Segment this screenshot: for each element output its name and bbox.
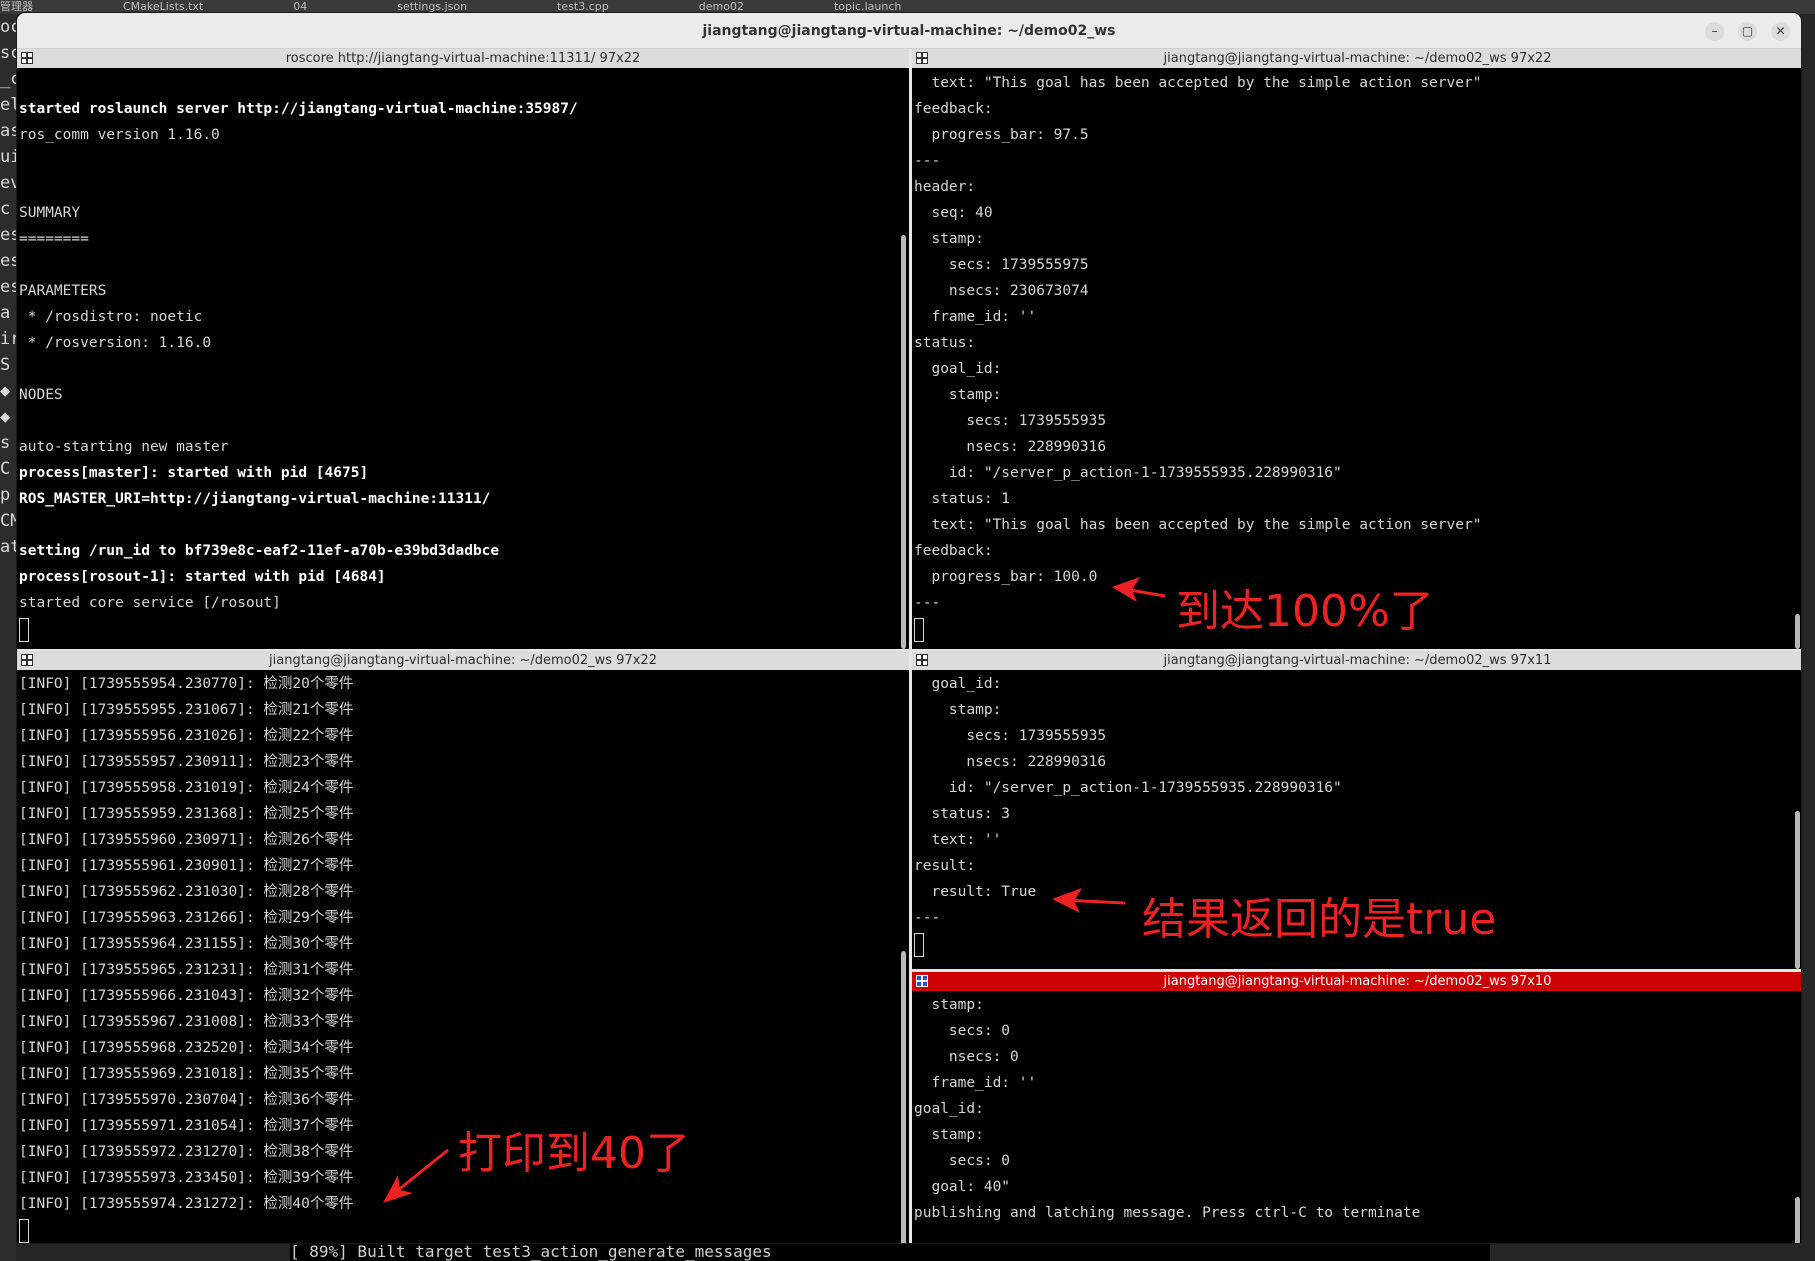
annotation-arrows bbox=[383, 577, 1166, 1203]
arrow-to-progress-100 bbox=[1112, 577, 1166, 602]
arrow-to-info-40 bbox=[383, 1148, 449, 1203]
annotation-reach-100: 到达100%了 bbox=[1176, 586, 1434, 637]
arrow-to-result-true bbox=[1052, 888, 1126, 913]
annotation-result-true: 结果返回的是true bbox=[1142, 894, 1497, 945]
annotation-printed-40: 打印到40了 bbox=[458, 1128, 690, 1179]
